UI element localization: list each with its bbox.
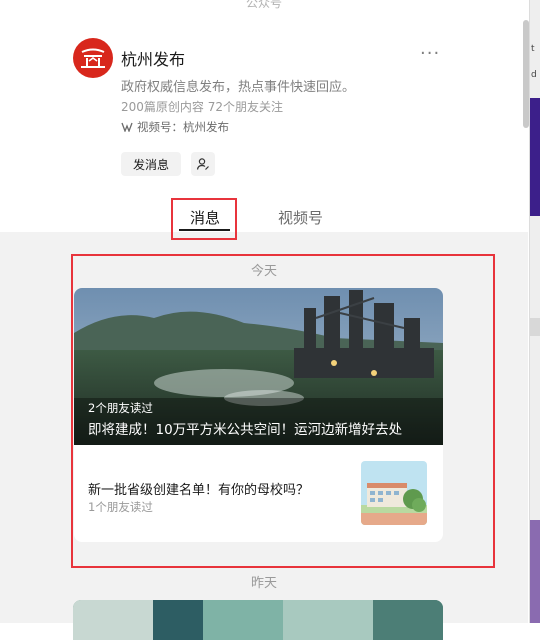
hangzhou-logo-icon xyxy=(81,48,105,68)
account-stats: 200篇原创内容 72个朋友关注 xyxy=(121,100,283,114)
featured-article[interactable]: 2个朋友读过 即将建成！10万平方米公共空间！运河边新增好去处 xyxy=(74,288,443,445)
school-thumbnail-image xyxy=(361,461,427,525)
featured-read-info: 2个朋友读过 xyxy=(88,401,153,415)
header-title: 公众号 xyxy=(245,0,282,10)
video-channel-link[interactable]: 视频号：杭州发布 xyxy=(121,119,229,135)
background-window: t d xyxy=(530,0,540,623)
account-description: 政府权威信息发布，热点事件快速回应。 xyxy=(121,80,356,95)
video-channel-icon xyxy=(121,122,133,132)
background-text: t xyxy=(531,44,535,54)
user-profile-button[interactable] xyxy=(191,152,215,176)
background-text: d xyxy=(531,70,537,80)
tab-messages[interactable]: 消息 xyxy=(190,207,220,228)
article-title: 新一批省级创建名单！有你的母校吗？ xyxy=(88,483,310,498)
tab-video-channel[interactable]: 视频号 xyxy=(278,207,323,228)
article-read-info: 1个朋友读过 xyxy=(88,500,153,514)
article-card: 2个朋友读过 即将建成！10万平方米公共空间！运河边新增好去处 新一批省级创建名… xyxy=(74,288,443,542)
active-tab-indicator xyxy=(179,229,230,231)
send-message-button[interactable]: 发消息 xyxy=(121,152,181,176)
article-card-yesterday[interactable] xyxy=(73,600,443,640)
yesterday-article-image xyxy=(73,600,443,640)
scrollbar-thumb[interactable] xyxy=(523,20,529,128)
more-options-button[interactable]: ··· xyxy=(420,43,440,64)
article-thumbnail xyxy=(361,461,427,525)
background-image xyxy=(530,520,540,623)
video-channel-label: 视频号：杭州发布 xyxy=(137,120,229,134)
article-item[interactable]: 新一批省级创建名单！有你的母校吗？ 1个朋友读过 xyxy=(74,445,443,542)
featured-article-title: 即将建成！10万平方米公共空间！运河边新增好去处 xyxy=(88,422,403,438)
date-today: 今天 xyxy=(250,264,277,279)
account-avatar[interactable] xyxy=(73,38,113,78)
background-block xyxy=(530,318,540,336)
account-name: 杭州发布 xyxy=(121,50,186,69)
account-profile: 公众号 杭州发布 ··· 政府权威信息发布，热点事件快速回应。 200篇原创内容… xyxy=(0,0,528,232)
date-yesterday: 昨天 xyxy=(250,576,277,591)
user-icon xyxy=(196,158,209,170)
background-image xyxy=(530,98,540,216)
